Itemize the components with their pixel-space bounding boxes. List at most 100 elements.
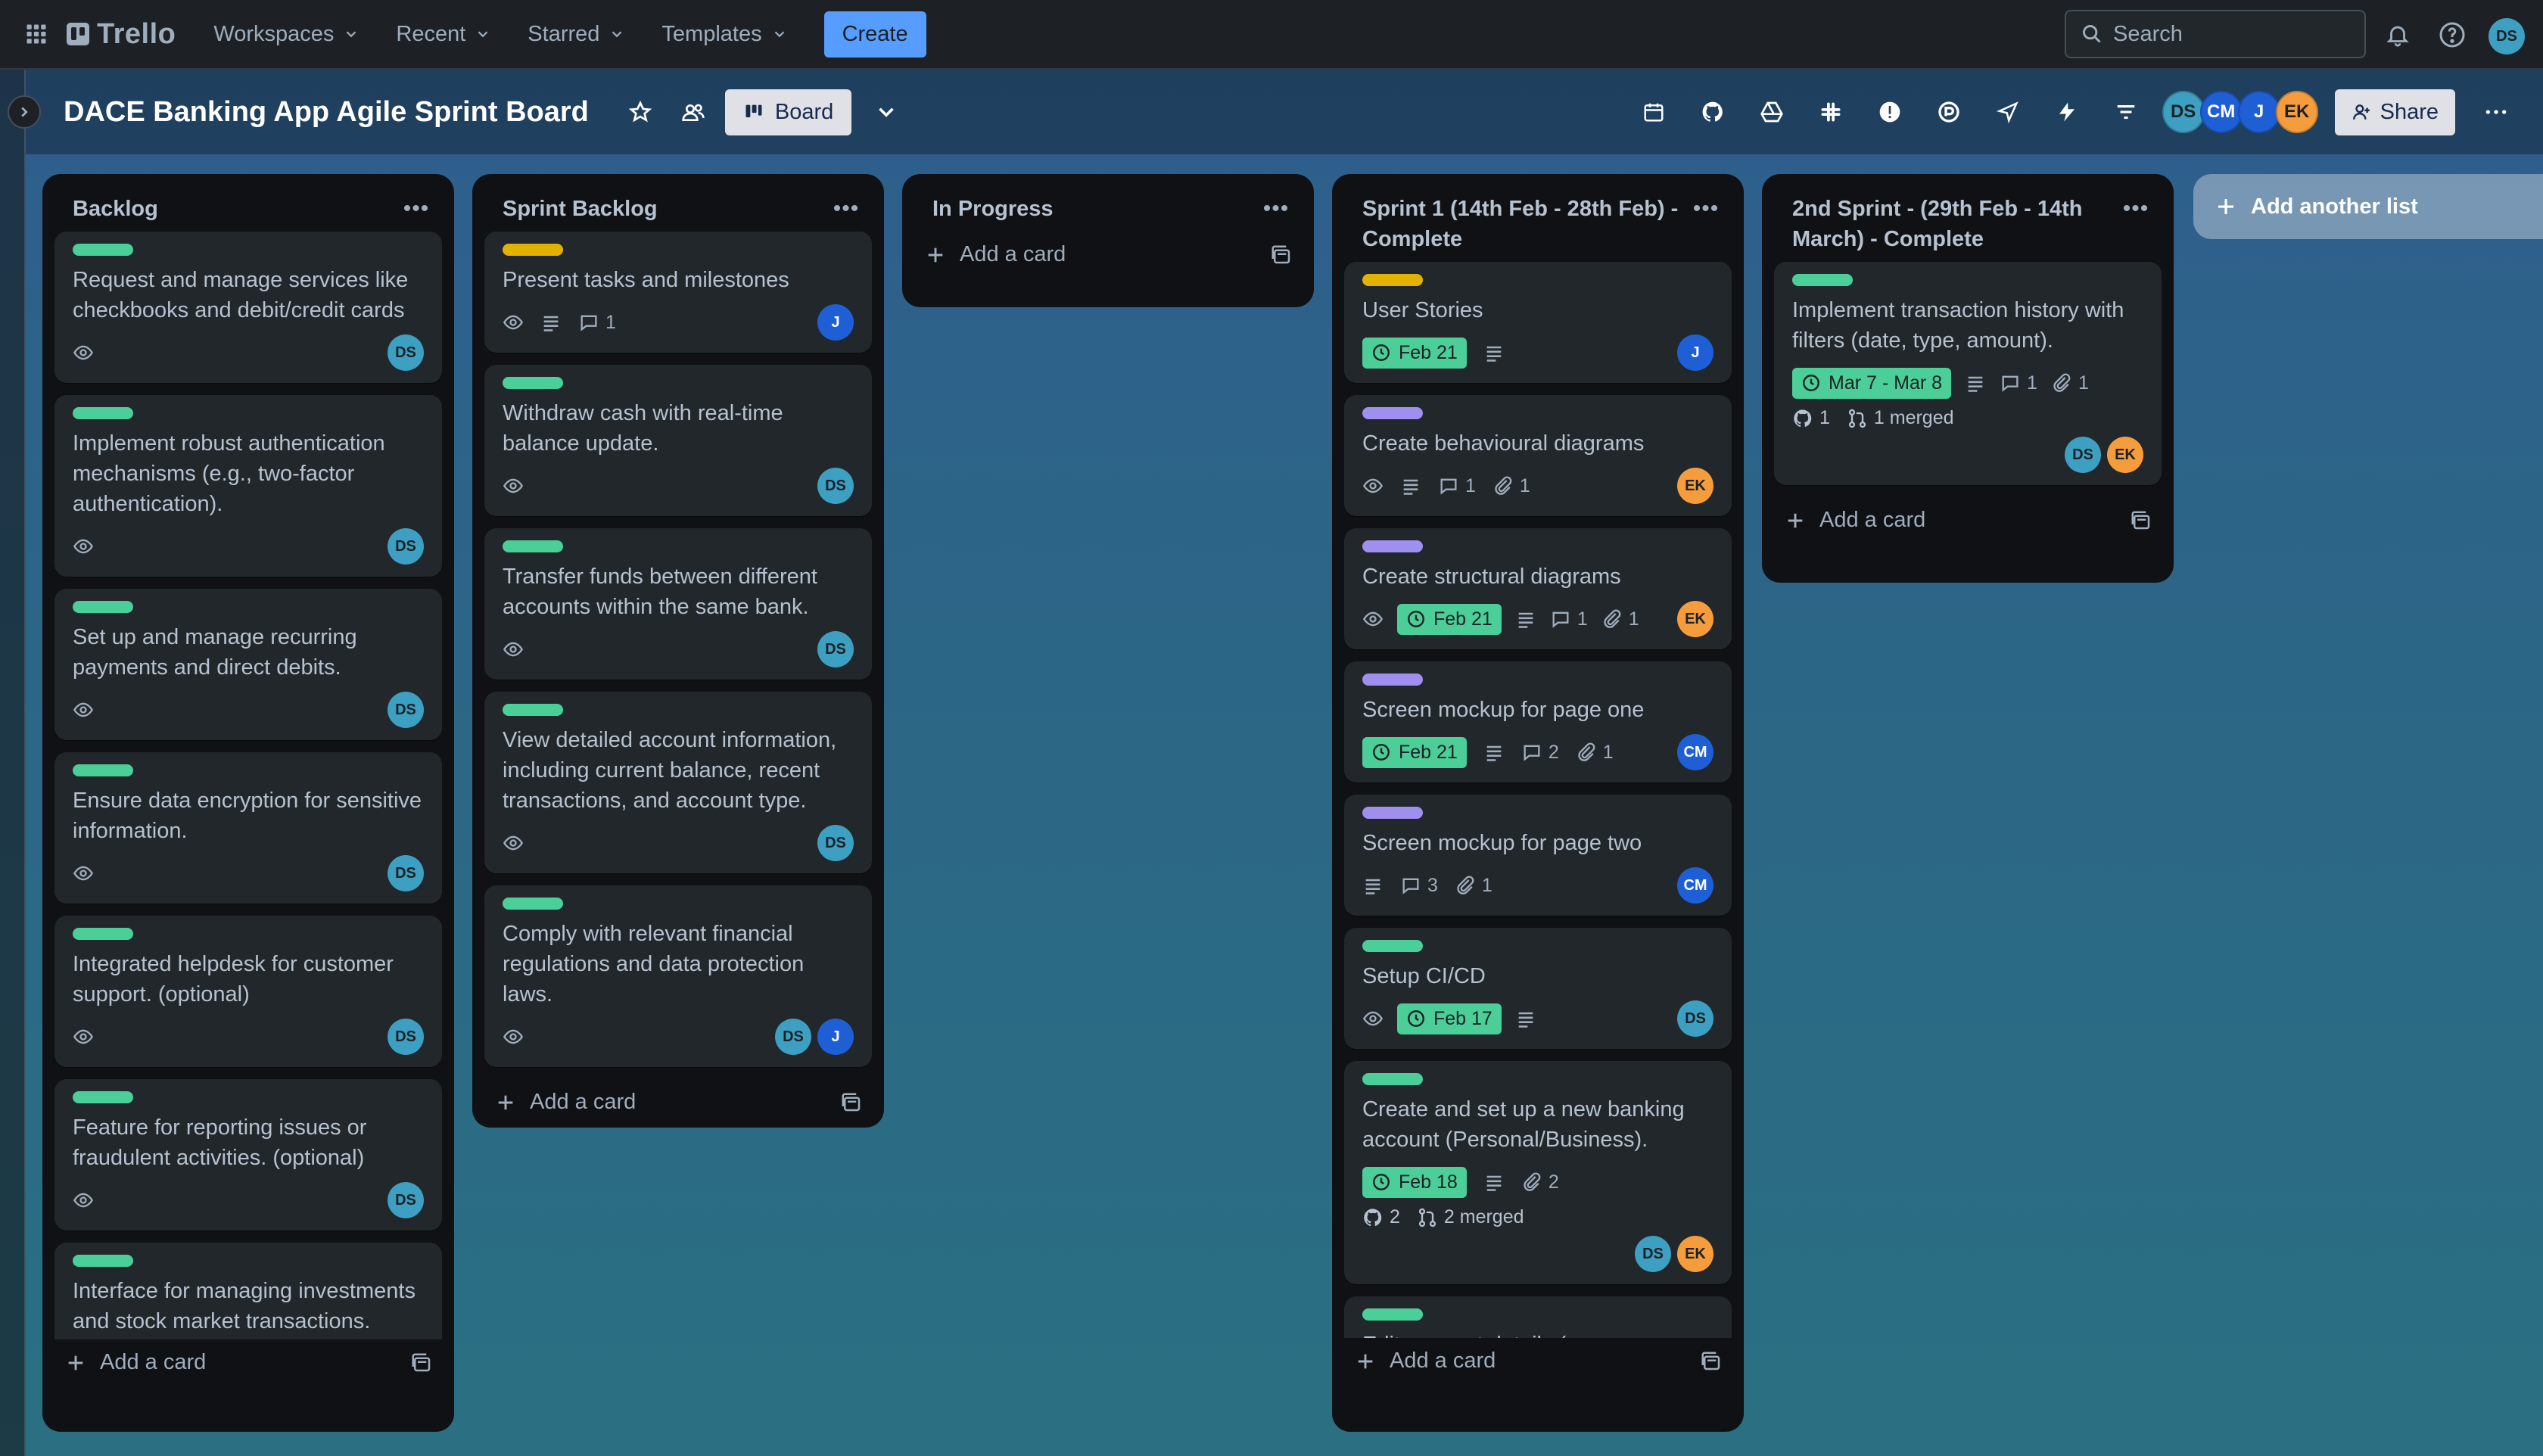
due-date-badge[interactable]: Feb 17	[1397, 1003, 1502, 1034]
member-avatar[interactable]: J	[817, 1019, 854, 1055]
create-from-template-icon[interactable]	[410, 1352, 433, 1374]
card[interactable]: Create and set up a new banking account …	[1344, 1061, 1732, 1284]
views-chevron-down-icon[interactable]	[865, 91, 907, 133]
create-button[interactable]: Create	[823, 11, 926, 58]
member-avatar[interactable]: EK	[2107, 437, 2143, 473]
list-title[interactable]: Backlog	[73, 194, 158, 224]
create-from-template-icon[interactable]	[1270, 244, 1293, 266]
github-powerup-icon[interactable]	[1685, 91, 1740, 133]
notifications-bell-icon[interactable]	[2381, 18, 2414, 51]
star-icon[interactable]	[619, 91, 661, 133]
label-green[interactable]	[73, 244, 133, 256]
label-green[interactable]	[73, 601, 133, 613]
due-date-badge[interactable]: Feb 18	[1362, 1166, 1467, 1198]
board-members[interactable]: DS CM J EK	[2162, 91, 2318, 133]
send-powerup-icon[interactable]	[1981, 91, 2035, 133]
share-button[interactable]: Share	[2334, 89, 2455, 135]
label-green[interactable]	[73, 764, 133, 776]
member-avatar[interactable]: J	[817, 304, 854, 341]
add-card-button[interactable]: Add a card	[925, 242, 1066, 267]
label-green[interactable]	[503, 540, 563, 552]
member-avatar[interactable]: DS	[388, 692, 424, 728]
member-avatar[interactable]: DS	[388, 855, 424, 891]
google-drive-powerup-icon[interactable]	[1745, 91, 1799, 133]
list-title[interactable]: Sprint 1 (14th Feb - 28th Feb) - Complet…	[1362, 194, 1680, 254]
member-avatar[interactable]: EK	[1677, 1236, 1713, 1272]
member-avatar[interactable]: DS	[2065, 437, 2101, 473]
member-avatar[interactable]: J	[1677, 334, 1713, 371]
label-green[interactable]	[503, 377, 563, 389]
more-options-icon[interactable]	[2475, 91, 2517, 133]
member-avatar[interactable]: DS	[388, 334, 424, 371]
filter-icon[interactable]	[2099, 91, 2153, 133]
card[interactable]: Withdraw cash with real-time balance upd…	[484, 365, 872, 516]
label-green[interactable]	[73, 1255, 133, 1267]
add-card-button[interactable]: Add a card	[1355, 1349, 1496, 1374]
app-switcher-icon[interactable]	[18, 16, 54, 52]
member-avatar[interactable]: CM	[1677, 867, 1713, 904]
label-green[interactable]	[1362, 940, 1423, 952]
card[interactable]: Edit account details (e.g., user informa…	[1344, 1296, 1732, 1338]
list-title[interactable]: 2nd Sprint - (29th Feb - 14th March) - C…	[1792, 194, 2110, 254]
member-avatar[interactable]: DS	[388, 528, 424, 565]
label-green[interactable]	[1362, 1308, 1423, 1321]
card[interactable]: Set up and manage recurring payments and…	[54, 589, 442, 740]
sync-powerup-icon[interactable]	[1922, 91, 1976, 133]
expand-sidebar-button[interactable]	[8, 95, 41, 129]
card[interactable]: Setup CI/CD Feb 17 DS	[1344, 928, 1732, 1049]
trello-logo[interactable]: Trello	[67, 18, 176, 51]
list-menu-icon[interactable]: •••	[830, 194, 863, 224]
card[interactable]: Create structural diagrams Feb 21 1 1 EK	[1344, 528, 1732, 649]
nav-starred[interactable]: Starred	[512, 11, 640, 58]
card[interactable]: Comply with relevant financial regulatio…	[484, 885, 872, 1067]
board-title[interactable]: DACE Banking App Agile Sprint Board	[64, 96, 589, 129]
add-card-button[interactable]: Add a card	[495, 1090, 636, 1115]
member-avatar[interactable]: CM	[2199, 91, 2243, 133]
member-avatar[interactable]: EK	[1677, 601, 1713, 637]
list-menu-icon[interactable]: •••	[2119, 194, 2152, 224]
member-avatar[interactable]: J	[2237, 91, 2280, 133]
nav-templates[interactable]: Templates	[646, 11, 802, 58]
label-purple[interactable]	[1362, 407, 1423, 419]
help-icon[interactable]	[2436, 18, 2469, 51]
member-avatar[interactable]: DS	[1677, 1000, 1713, 1037]
nav-recent[interactable]: Recent	[381, 11, 506, 58]
card[interactable]: Implement transaction history with filte…	[1774, 262, 2162, 485]
add-another-list-button[interactable]: Add another list	[2193, 174, 2543, 239]
member-avatar[interactable]: DS	[388, 1019, 424, 1055]
create-from-template-icon[interactable]	[1700, 1350, 1723, 1373]
list-menu-icon[interactable]: •••	[400, 194, 433, 224]
create-from-template-icon[interactable]	[2130, 509, 2152, 532]
label-green[interactable]	[73, 928, 133, 940]
member-avatar[interactable]: DS	[388, 1182, 424, 1218]
label-green[interactable]	[1792, 274, 1853, 286]
user-avatar[interactable]: DS	[2489, 18, 2525, 54]
member-avatar[interactable]: EK	[1677, 468, 1713, 504]
card[interactable]: Screen mockup for page one Feb 21 2 1 CM	[1344, 661, 1732, 782]
search-input[interactable]: Search	[2065, 10, 2366, 58]
card[interactable]: Implement robust authentication mechanis…	[54, 395, 442, 577]
list-title[interactable]: Sprint Backlog	[503, 194, 658, 224]
label-green[interactable]	[503, 898, 563, 910]
member-avatar[interactable]: EK	[2275, 91, 2318, 133]
card[interactable]: User Stories Feb 21 J	[1344, 262, 1732, 383]
automation-icon[interactable]	[2040, 91, 2094, 133]
label-purple[interactable]	[1362, 807, 1423, 819]
card[interactable]: Create behavioural diagrams 1 1 EK	[1344, 395, 1732, 516]
label-green[interactable]	[73, 1091, 133, 1103]
member-avatar[interactable]: CM	[1677, 734, 1713, 770]
list-menu-icon[interactable]: •••	[1689, 194, 1723, 224]
board-view-button[interactable]: Board	[724, 89, 852, 135]
card[interactable]: Feature for reporting issues or fraudule…	[54, 1079, 442, 1230]
member-avatar[interactable]: DS	[817, 825, 854, 861]
card[interactable]: Request and manage services like checkbo…	[54, 232, 442, 383]
card[interactable]: View detailed account information, inclu…	[484, 692, 872, 873]
calendar-powerup-icon[interactable]	[1626, 91, 1681, 133]
label-purple[interactable]	[1362, 540, 1423, 552]
due-date-badge[interactable]: Feb 21	[1397, 603, 1502, 635]
alert-powerup-icon[interactable]	[1863, 91, 1917, 133]
add-card-button[interactable]: Add a card	[65, 1350, 206, 1375]
due-date-badge[interactable]: Mar 7 - Mar 8	[1792, 367, 1952, 399]
label-purple[interactable]	[1362, 674, 1423, 686]
member-avatar[interactable]: DS	[1635, 1236, 1671, 1272]
